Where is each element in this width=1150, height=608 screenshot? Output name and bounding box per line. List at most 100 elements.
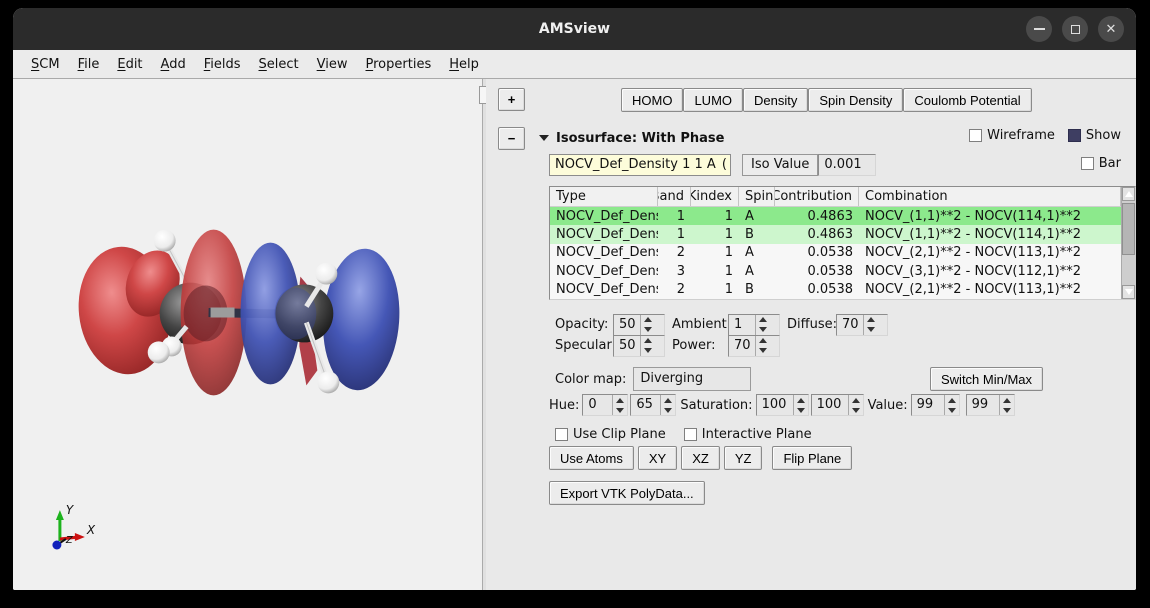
menu-add[interactable]: Add bbox=[152, 53, 195, 76]
export-vtk-button[interactable]: Export VTK PolyData... bbox=[549, 481, 705, 505]
checkbox-unchecked-icon bbox=[684, 428, 697, 441]
tab-coulomb-potential[interactable]: Coulomb Potential bbox=[903, 88, 1031, 112]
flip-plane-button[interactable]: Flip Plane bbox=[772, 446, 852, 470]
spin-up-icon[interactable] bbox=[1000, 395, 1014, 405]
opacity-label: Opacity: bbox=[555, 317, 613, 332]
table-row[interactable]: NOCV_Def_Density31A0.0538NOCV_(3,1)**2 -… bbox=[550, 262, 1121, 280]
hydrogen-atom[interactable] bbox=[315, 263, 337, 285]
bar-checkbox[interactable]: Bar bbox=[1081, 156, 1121, 171]
use-clip-plane-checkbox[interactable]: Use Clip Plane bbox=[555, 427, 666, 442]
spin-up-icon[interactable] bbox=[849, 395, 863, 405]
ambient-stepper[interactable]: 1 bbox=[728, 314, 780, 336]
spin-down-icon[interactable] bbox=[849, 405, 863, 415]
tab-homo[interactable]: HOMO bbox=[621, 88, 683, 112]
tab-lumo[interactable]: LUMO bbox=[683, 88, 743, 112]
axis-x-label: X bbox=[86, 523, 96, 537]
spin-up-icon[interactable] bbox=[945, 395, 959, 405]
spin-down-icon[interactable] bbox=[756, 325, 770, 335]
menu-properties[interactable]: Properties bbox=[357, 53, 441, 76]
spin-down-icon[interactable] bbox=[641, 325, 655, 335]
spin-up-icon[interactable] bbox=[641, 336, 655, 346]
hydrogen-atom[interactable] bbox=[154, 230, 176, 252]
diffuse-stepper[interactable]: 70 bbox=[836, 314, 888, 336]
spin-down-icon[interactable] bbox=[1000, 405, 1014, 415]
scroll-thumb[interactable] bbox=[1122, 203, 1135, 255]
saturation-max-stepper[interactable]: 100 bbox=[811, 394, 864, 416]
specular-label: Specular: bbox=[555, 338, 613, 353]
disclosure-down-icon[interactable] bbox=[539, 135, 549, 141]
hue-max-stepper[interactable]: 65 bbox=[630, 394, 676, 416]
yz-plane-button[interactable]: YZ bbox=[724, 446, 763, 470]
table-header[interactable]: Type Band Kindex Spin ▼Contribution Comb… bbox=[550, 187, 1121, 207]
spin-down-icon[interactable] bbox=[864, 325, 878, 335]
xy-plane-button[interactable]: XY bbox=[638, 446, 677, 470]
spin-down-icon[interactable] bbox=[661, 405, 675, 415]
tab-spin-density[interactable]: Spin Density bbox=[808, 88, 903, 112]
value-label: Value: bbox=[868, 398, 908, 413]
spin-down-icon[interactable] bbox=[794, 405, 808, 415]
spin-up-icon[interactable] bbox=[864, 315, 878, 325]
interactive-plane-checkbox[interactable]: Interactive Plane bbox=[684, 427, 812, 442]
iso-value-label: Iso Value bbox=[742, 154, 818, 176]
table-row[interactable]: NOCV_Def_Density21A0.0538NOCV_(2,1)**2 -… bbox=[550, 244, 1121, 262]
spin-up-icon[interactable] bbox=[756, 336, 770, 346]
table-row[interactable]: NOCV_Def_Density11B0.4863NOCV_(1,1)**2 -… bbox=[550, 225, 1121, 243]
show-checkbox[interactable]: Show bbox=[1068, 128, 1121, 143]
switch-minmax-button[interactable]: Switch Min/Max bbox=[930, 367, 1043, 391]
3d-viewport[interactable]: Y X Z bbox=[13, 79, 482, 590]
spin-up-icon[interactable] bbox=[661, 395, 675, 405]
add-field-button[interactable]: + bbox=[498, 88, 525, 111]
saturation-min-stepper[interactable]: 100 bbox=[756, 394, 809, 416]
table-row[interactable]: NOCV_Def_Density11A0.4863NOCV_(1,1)**2 -… bbox=[550, 207, 1121, 225]
titlebar[interactable]: AMSview ✕ bbox=[13, 8, 1136, 50]
spin-down-icon[interactable] bbox=[641, 346, 655, 356]
value-max-stepper[interactable]: 99 bbox=[966, 394, 1015, 416]
maximize-button[interactable] bbox=[1062, 16, 1088, 42]
menu-scm[interactable]: SCM bbox=[22, 53, 69, 76]
diffuse-label: Diffuse: bbox=[787, 317, 836, 332]
menu-file[interactable]: File bbox=[69, 53, 109, 76]
menu-fields[interactable]: Fields bbox=[195, 53, 250, 76]
hydrogen-atom[interactable] bbox=[317, 371, 339, 393]
menu-edit[interactable]: Edit bbox=[108, 53, 151, 76]
iso-value-input[interactable]: 0.001 bbox=[818, 154, 876, 176]
spin-down-icon[interactable] bbox=[756, 346, 770, 356]
spin-up-icon[interactable] bbox=[613, 395, 627, 405]
minimize-icon bbox=[1034, 28, 1045, 30]
wireframe-checkbox[interactable]: Wireframe bbox=[969, 128, 1055, 143]
scroll-up-icon[interactable] bbox=[1122, 187, 1135, 201]
spin-up-icon[interactable] bbox=[641, 315, 655, 325]
field-select[interactable]: NOCV_Def_Density 1 1 A ( bbox=[549, 154, 731, 176]
spin-up-icon[interactable] bbox=[756, 315, 770, 325]
spin-down-icon[interactable] bbox=[613, 405, 627, 415]
tab-density[interactable]: Density bbox=[743, 88, 808, 112]
maximize-icon bbox=[1071, 25, 1080, 34]
menu-view[interactable]: View bbox=[308, 53, 357, 76]
menu-help[interactable]: Help bbox=[440, 53, 488, 76]
checkbox-unchecked-icon bbox=[969, 129, 982, 142]
sorted-column-header[interactable]: ▼Contribution bbox=[775, 187, 859, 206]
close-button[interactable]: ✕ bbox=[1098, 16, 1124, 42]
axis-z-label: Z bbox=[65, 535, 74, 546]
value-min-stepper[interactable]: 99 bbox=[911, 394, 960, 416]
spin-up-icon[interactable] bbox=[794, 395, 808, 405]
hydrogen-atom[interactable] bbox=[148, 341, 170, 363]
colormap-select[interactable]: Diverging bbox=[633, 367, 751, 391]
close-icon: ✕ bbox=[1106, 23, 1117, 36]
menu-select[interactable]: Select bbox=[250, 53, 308, 76]
table-row[interactable]: NOCV_Def_Density21B0.0538NOCV_(2,1)**2 -… bbox=[550, 281, 1121, 299]
minimize-button[interactable] bbox=[1026, 16, 1052, 42]
xz-plane-button[interactable]: XZ bbox=[681, 446, 720, 470]
remove-field-button[interactable]: − bbox=[498, 127, 525, 150]
power-stepper[interactable]: 70 bbox=[728, 335, 780, 357]
nocv-density-table: Type Band Kindex Spin ▼Contribution Comb… bbox=[549, 186, 1136, 300]
use-atoms-button[interactable]: Use Atoms bbox=[549, 446, 634, 470]
specular-stepper[interactable]: 50 bbox=[613, 335, 665, 357]
opacity-stepper[interactable]: 50 bbox=[613, 314, 665, 336]
table-scrollbar[interactable] bbox=[1121, 187, 1135, 299]
hue-min-stepper[interactable]: 0 bbox=[582, 394, 628, 416]
power-label: Power: bbox=[672, 338, 728, 353]
spin-down-icon[interactable] bbox=[945, 405, 959, 415]
scroll-down-icon[interactable] bbox=[1122, 285, 1135, 299]
hue-label: Hue: bbox=[549, 398, 579, 413]
